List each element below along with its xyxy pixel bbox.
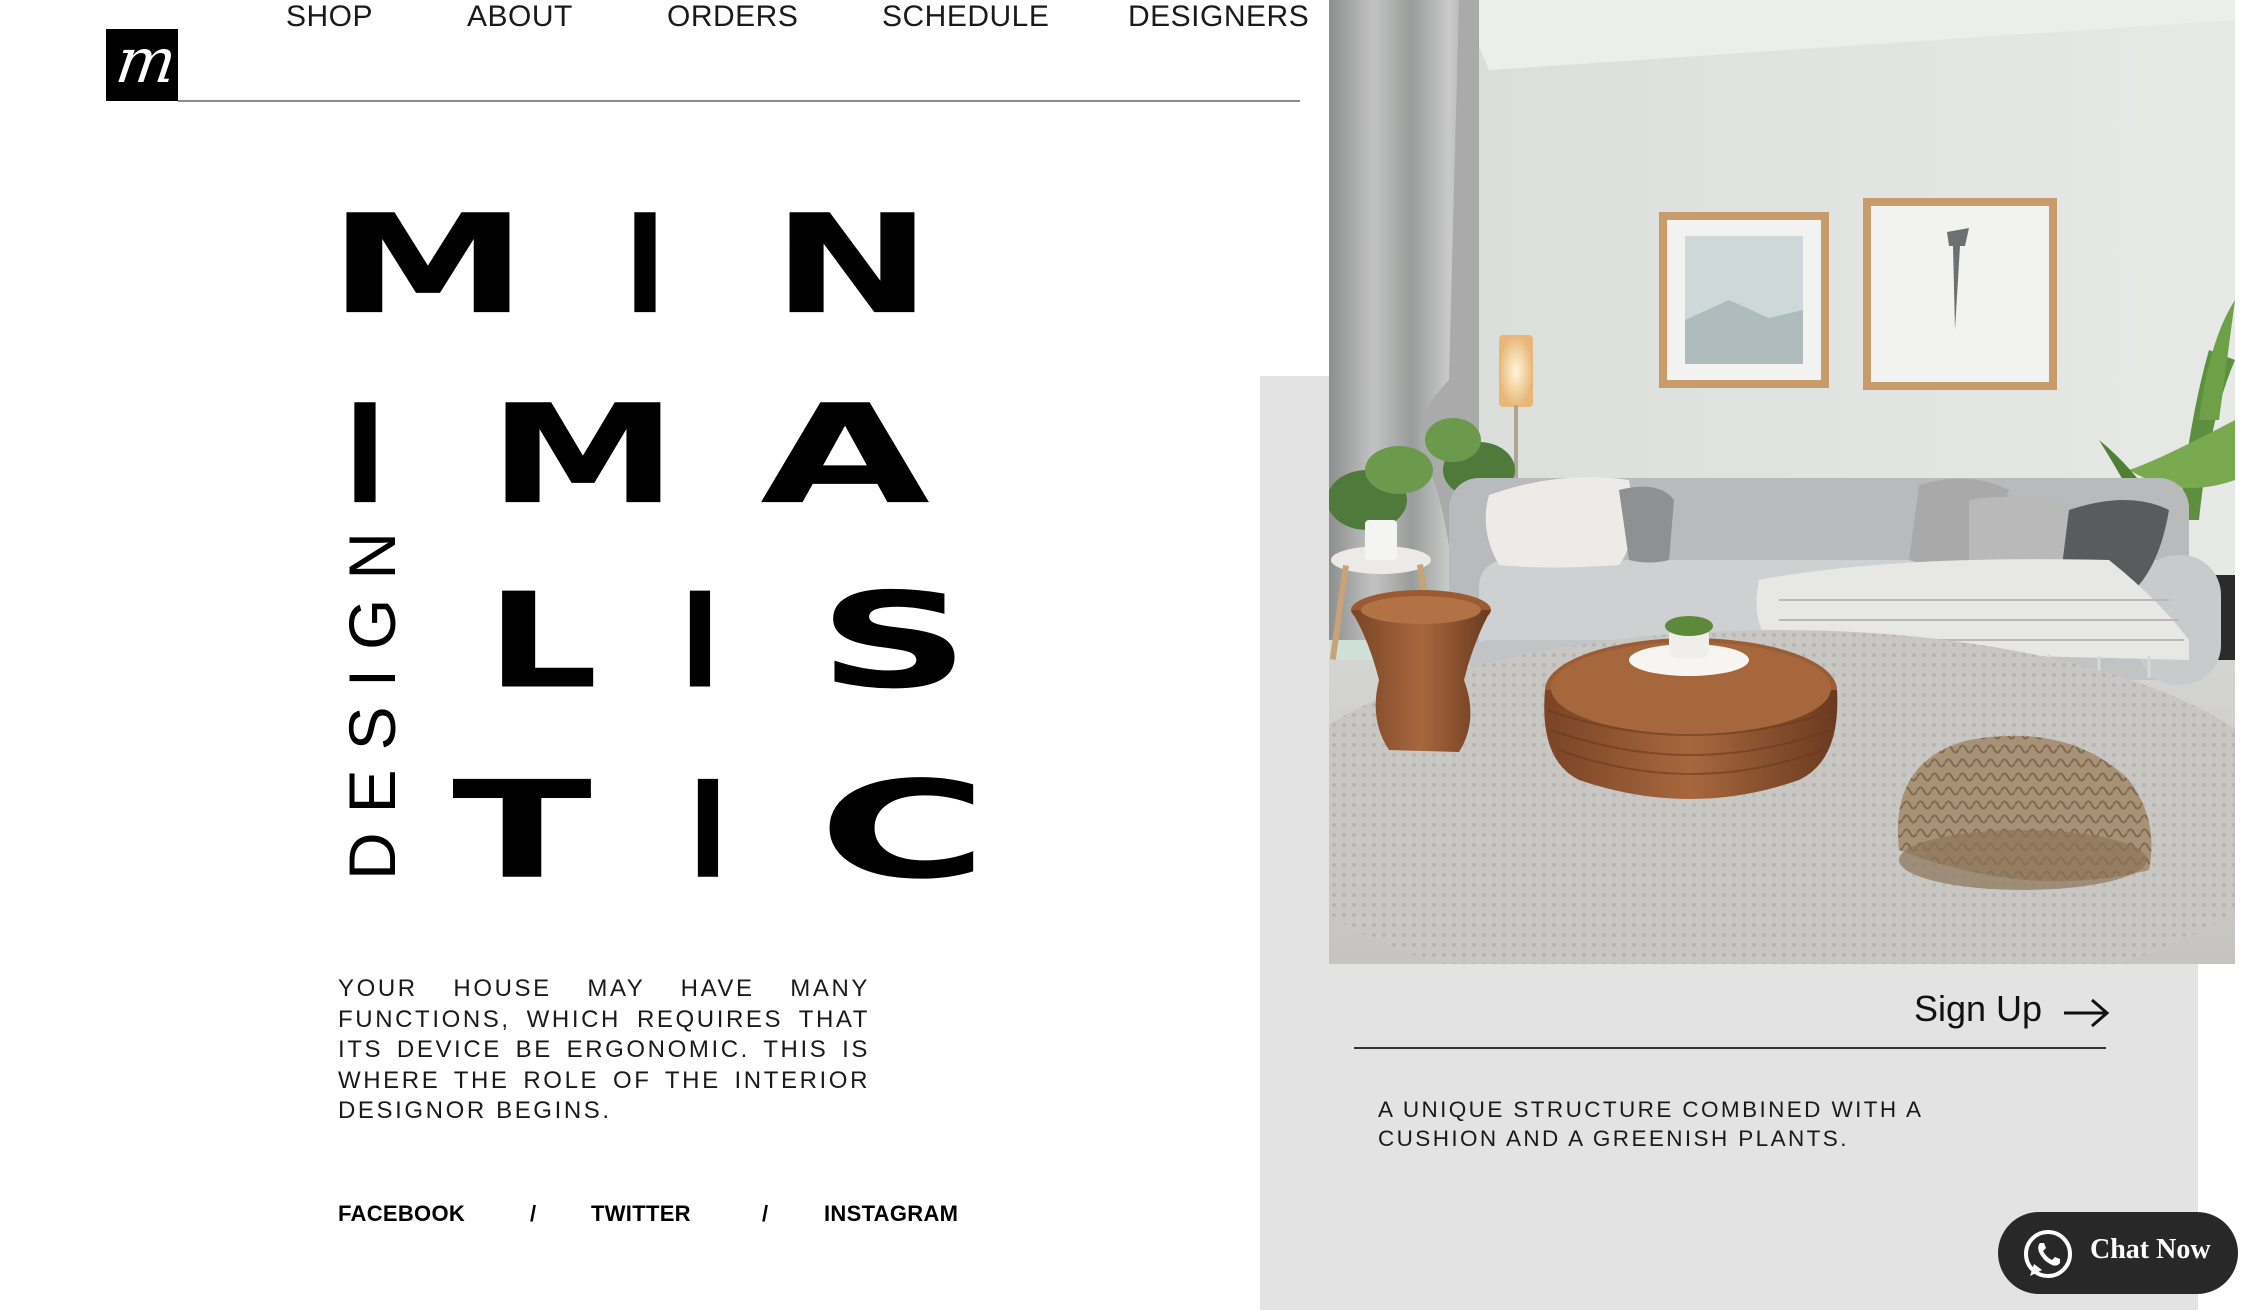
nav-schedule[interactable]: SCHEDULE [882, 0, 1049, 40]
feature-caption: A UNIQUE STRUCTURE COMBINED WITH A CUSHI… [1378, 1097, 1923, 1151]
facebook-link[interactable]: FACEBOOK [338, 1201, 465, 1227]
signup-link[interactable]: Sign Up [1914, 988, 2042, 1030]
hero-letter: I [624, 184, 666, 346]
hero-letter: S [818, 564, 970, 719]
whatsapp-icon [2024, 1230, 2072, 1278]
hero-letter: L [486, 564, 598, 719]
social-separator: / [530, 1201, 537, 1226]
hero-letter: C [818, 751, 988, 909]
nav-about[interactable]: ABOUT [467, 0, 573, 40]
arrow-right-icon[interactable] [2062, 996, 2110, 1030]
social-separator: / [762, 1201, 769, 1226]
nav-designers[interactable]: DESIGNERS [1128, 0, 1309, 40]
twitter-link[interactable]: TWITTER [591, 1201, 691, 1227]
signup-divider [1354, 1047, 2106, 1049]
nav-shop[interactable]: SHOP [286, 0, 373, 40]
nav-orders[interactable]: ORDERS [667, 0, 798, 40]
brand-logo[interactable]: m [106, 29, 178, 101]
design-vertical-label: DESIGN [335, 512, 409, 880]
living-room-photo [1329, 0, 2235, 964]
hero-letter: A [760, 374, 930, 536]
nav-divider [178, 100, 1300, 102]
hero-letter: I [344, 374, 386, 536]
hero-letter: M [328, 184, 528, 346]
hero-letter: T [452, 751, 592, 909]
hero-letter: I [688, 751, 728, 909]
hero-letter: M [488, 374, 678, 536]
logo-letter: m [111, 29, 178, 97]
chat-now-label: Chat Now [2090, 1234, 2211, 1265]
instagram-link[interactable]: INSTAGRAM [824, 1201, 958, 1227]
hero-letter: N [772, 184, 932, 346]
hero-letter: I [680, 564, 720, 719]
chat-now-button[interactable]: Chat Now [1998, 1212, 2238, 1294]
hero-description: YOUR HOUSE MAY HAVE MANY FUNCTIONS, WHIC… [338, 975, 870, 1124]
